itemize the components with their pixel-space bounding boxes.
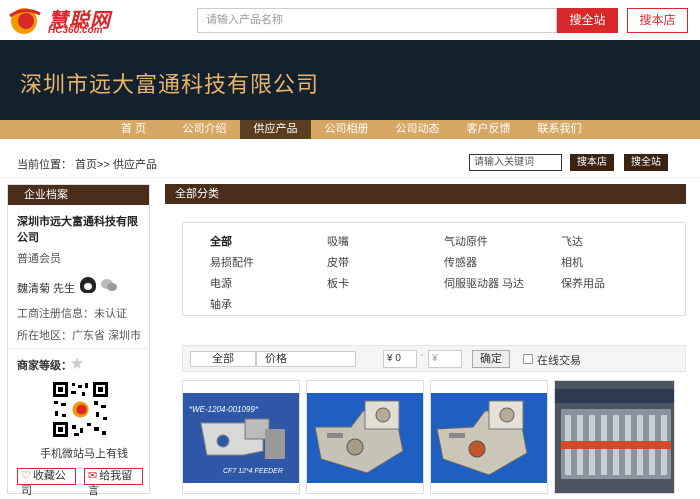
- company-banner: 深圳市远大富通科技有限公司: [0, 40, 700, 120]
- product-image: [431, 393, 547, 483]
- product-panel: 全部分类 全部 吸嘴 气动原件 飞达 易损配件 皮带 传感器 相机 电源 板卡 …: [165, 184, 686, 494]
- category-item[interactable]: 吸嘴: [327, 233, 349, 249]
- nav-contact[interactable]: 联系我们: [524, 120, 595, 139]
- search-shop-button[interactable]: 搜本店: [570, 154, 614, 171]
- search-all-site-button[interactable]: 搜全站: [557, 8, 618, 33]
- filter-bar: 全部 价格 ¥ 0 - ¥ 确定 在线交易: [182, 345, 686, 372]
- heart-icon: ♡: [21, 470, 31, 482]
- favorite-company-button[interactable]: ♡ 收藏公司: [17, 468, 76, 497]
- message-icon: ✉: [88, 470, 98, 482]
- category-header: 全部分类: [165, 184, 686, 204]
- price-max-input[interactable]: ¥: [428, 350, 462, 368]
- search-site-button[interactable]: 搜全站: [624, 154, 668, 171]
- online-trade-checkbox[interactable]: [523, 354, 533, 364]
- category-item[interactable]: 相机: [561, 254, 583, 270]
- nav-products[interactable]: 供应产品: [240, 120, 311, 139]
- online-trade-label: 在线交易: [537, 355, 581, 367]
- product-image: [307, 393, 423, 483]
- price-min-input[interactable]: ¥ 0: [383, 350, 417, 368]
- nav-album[interactable]: 公司相册: [311, 120, 382, 139]
- search-this-shop-button[interactable]: 搜本店: [627, 8, 688, 33]
- product-search-input[interactable]: 请输入产品名称: [197, 8, 557, 33]
- logo-text-en: HC360.com: [48, 25, 103, 36]
- category-item[interactable]: 易损配件: [210, 254, 254, 270]
- category-item[interactable]: 飞达: [561, 233, 583, 249]
- main-nav: 首 页 公司介绍 供应产品 公司相册 公司动态 客户反馈 联系我们: [0, 120, 700, 139]
- merchant-level-label: 商家等级：: [17, 360, 72, 372]
- category-item[interactable]: 皮带: [327, 254, 349, 270]
- wechat-icon[interactable]: [101, 278, 117, 292]
- category-item[interactable]: 传感器: [444, 254, 477, 270]
- logo-swirl-icon: [9, 8, 41, 34]
- level-icon: [71, 357, 83, 369]
- product-model-label: CF7 12*4 FEEDER: [223, 468, 283, 475]
- breadcrumb-bar: 当前位置： 首页>> 供应产品 请输入关键词 搜本店 搜全站: [0, 146, 700, 178]
- product-card[interactable]: [554, 380, 675, 494]
- product-card[interactable]: *WE-1204-001099* CF7 12*4 FEEDER: [182, 380, 300, 494]
- product-card[interactable]: [306, 380, 424, 494]
- profile-header: 企业档案: [8, 185, 149, 205]
- company-profile-panel: 企业档案 深圳市远大富通科技有限公司 普通会员 魏清菊 先生 工商注册信息：未认…: [7, 184, 150, 497]
- category-item[interactable]: 保养用品: [561, 275, 605, 291]
- category-item[interactable]: 伺服驱动器 马达: [444, 275, 524, 291]
- qr-code: [52, 381, 109, 438]
- product-image: *WE-1204-001099* CF7 12*4 FEEDER: [183, 393, 299, 483]
- nav-company-intro[interactable]: 公司介绍: [169, 120, 240, 139]
- product-code-label: *WE-1204-001099*: [189, 405, 259, 414]
- location-info: 所在地区：广东省 深圳市: [17, 330, 142, 342]
- category-item[interactable]: 全部: [210, 233, 232, 249]
- qr-caption: 手机微站马上有钱: [40, 448, 128, 460]
- leave-message-button[interactable]: ✉ 给我留言: [84, 468, 143, 497]
- category-list: 全部 吸嘴 气动原件 飞达 易损配件 皮带 传感器 相机 电源 板卡 伺服驱动器…: [182, 222, 686, 316]
- category-item[interactable]: 板卡: [327, 275, 349, 291]
- nav-feedback[interactable]: 客户反馈: [453, 120, 524, 139]
- site-logo[interactable]: 慧聪网 HC360.com: [6, 4, 116, 36]
- qq-icon[interactable]: [80, 277, 96, 293]
- breadcrumb: 当前位置： 首页>> 供应产品: [17, 159, 157, 171]
- company-title: 深圳市远大富通科技有限公司: [20, 72, 320, 97]
- member-type: 普通会员: [17, 253, 61, 265]
- category-item[interactable]: 气动原件: [444, 233, 488, 249]
- divider: [8, 348, 149, 349]
- price-range-dash: -: [420, 350, 424, 361]
- keyword-search-input[interactable]: 请输入关键词: [469, 154, 562, 171]
- product-card[interactable]: [430, 380, 548, 494]
- registration-info: 工商注册信息：未认证: [17, 308, 127, 320]
- top-bar: 慧聪网 HC360.com 请输入产品名称 搜全站 搜本店: [0, 0, 700, 40]
- category-item[interactable]: 轴承: [210, 296, 232, 312]
- nav-home[interactable]: 首 页: [98, 120, 169, 139]
- price-confirm-button[interactable]: 确定: [472, 350, 510, 368]
- product-image: [555, 381, 674, 493]
- category-item[interactable]: 电源: [210, 275, 232, 291]
- profile-company-name[interactable]: 深圳市远大富通科技有限公司: [17, 214, 145, 246]
- filter-tab-price[interactable]: 价格: [256, 351, 356, 367]
- contact-person: 魏清菊 先生: [17, 283, 76, 295]
- filter-tab-all[interactable]: 全部: [190, 351, 256, 367]
- nav-news[interactable]: 公司动态: [382, 120, 453, 139]
